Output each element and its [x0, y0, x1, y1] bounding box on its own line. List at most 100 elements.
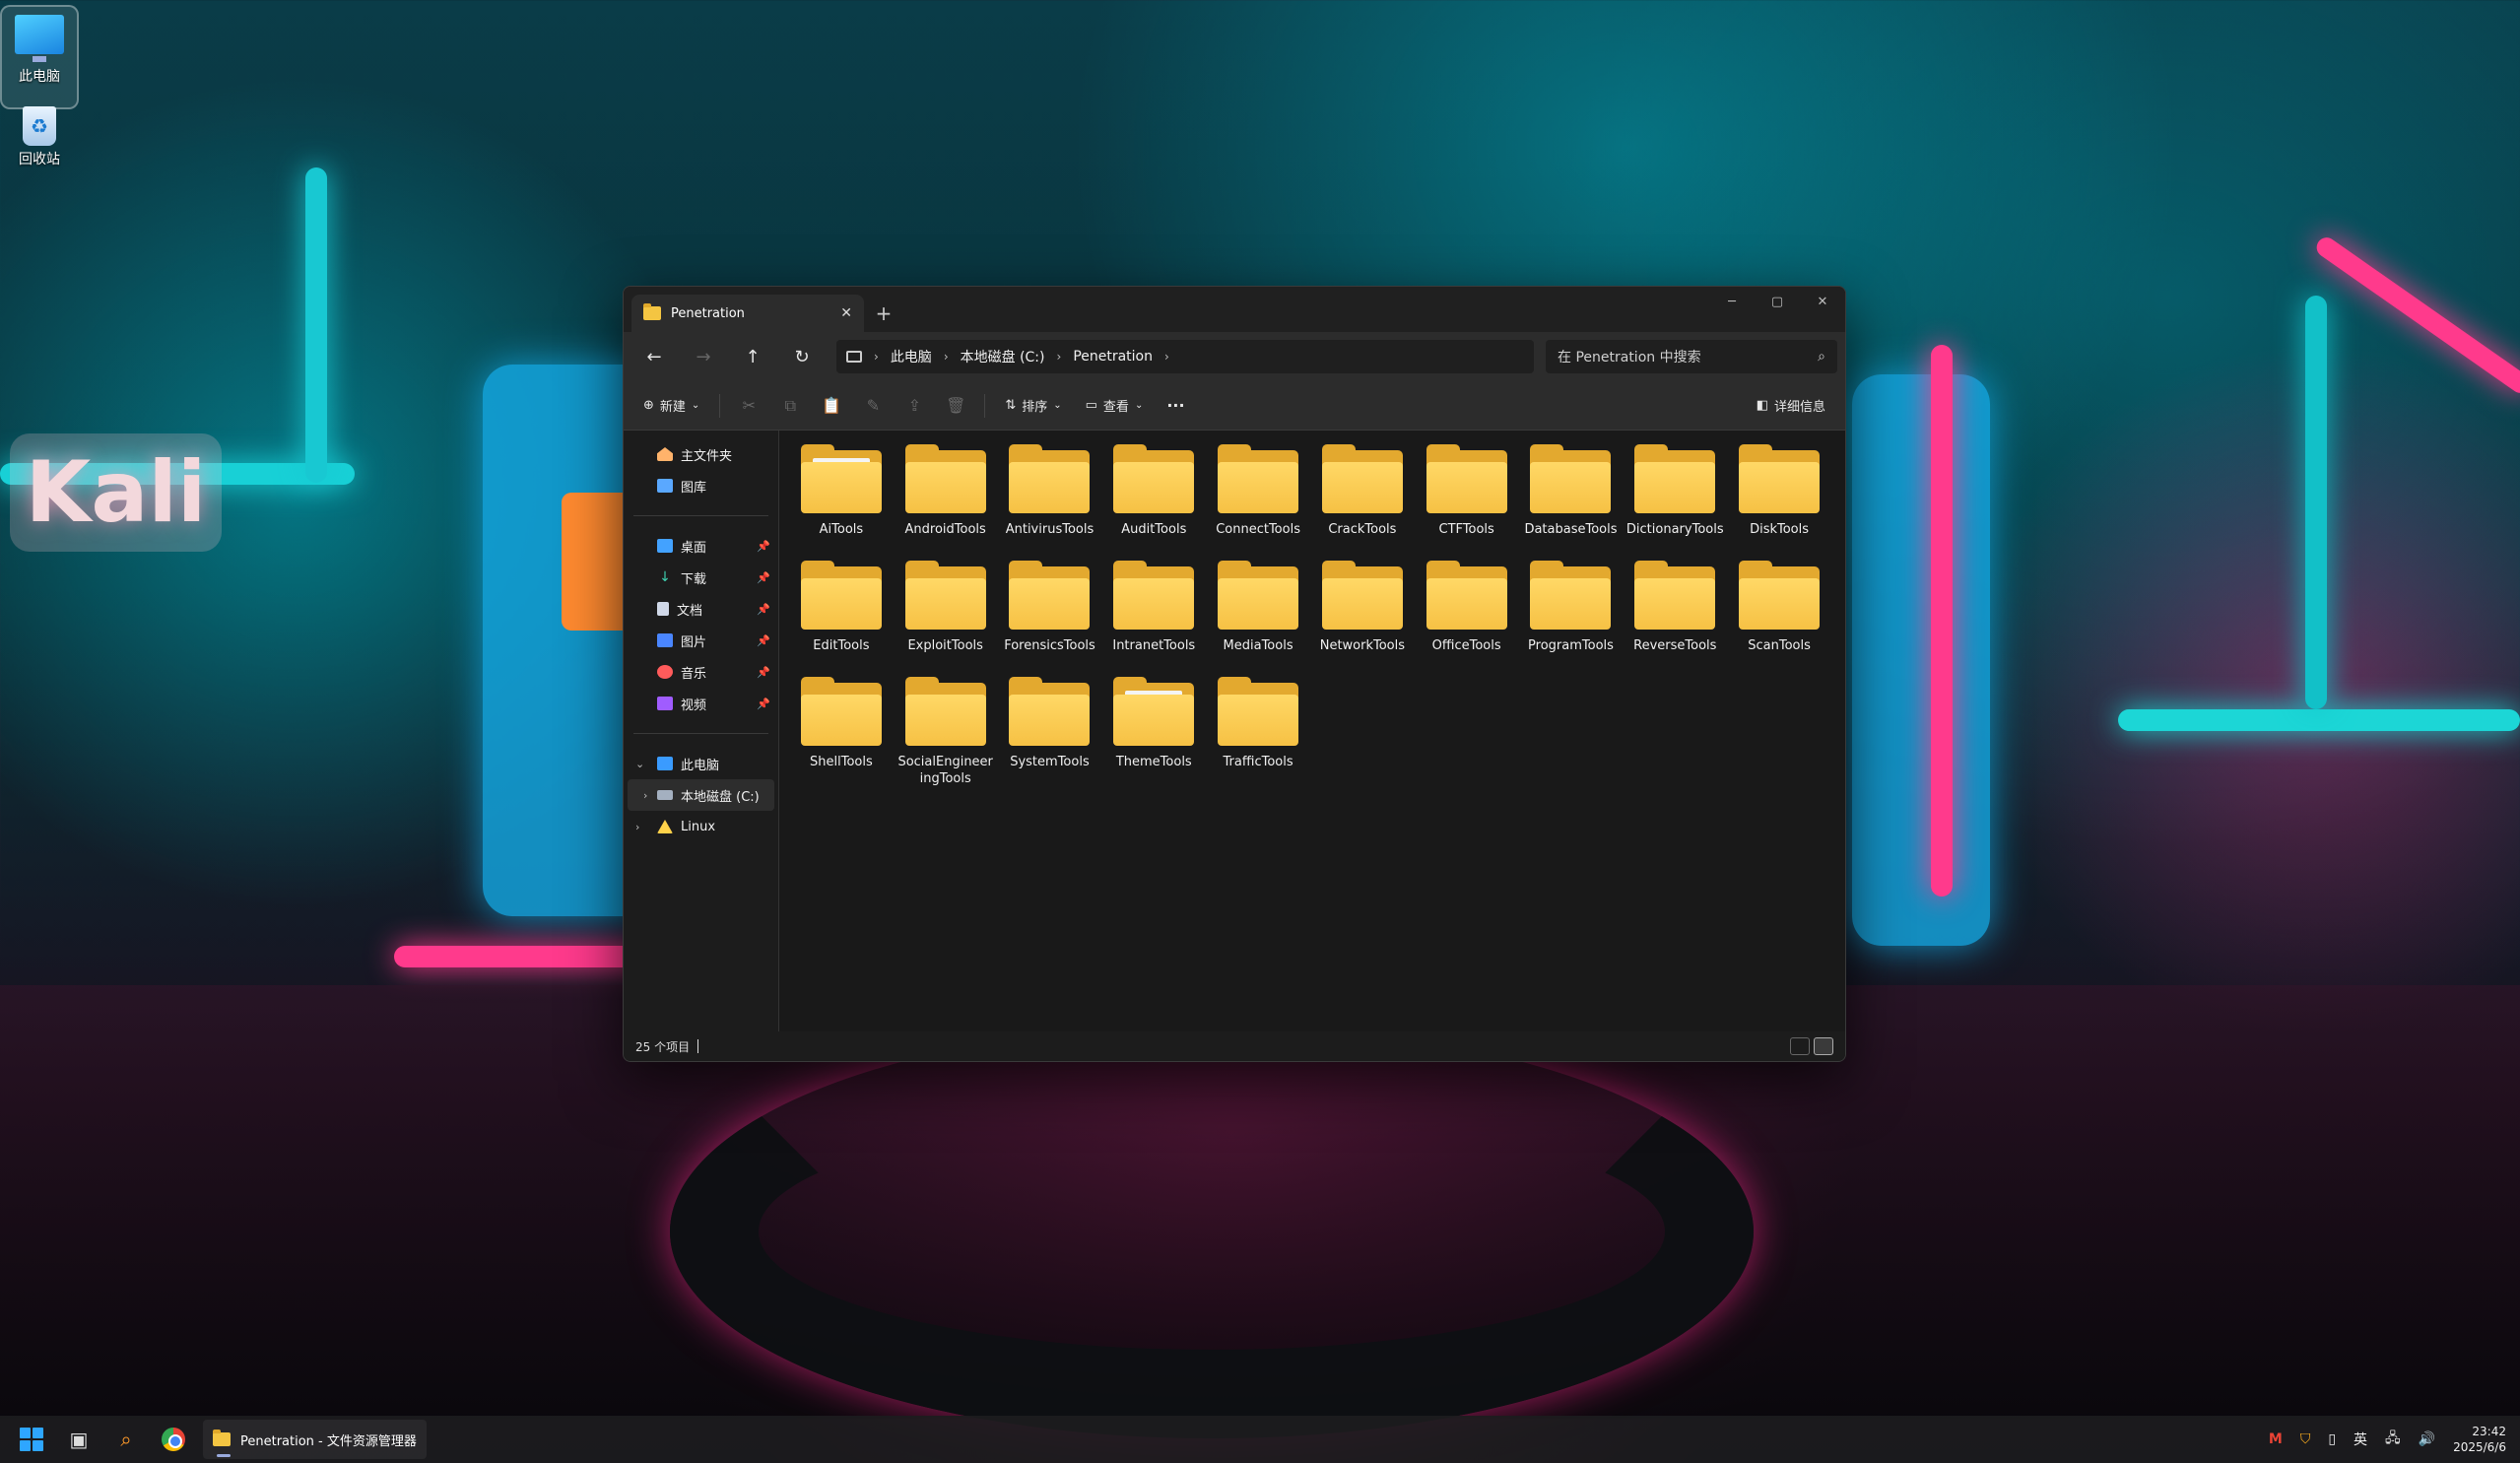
copy-icon[interactable]: ⧉ [773, 389, 807, 423]
task-view-icon[interactable]: ▣ [61, 1422, 97, 1457]
file-view[interactable]: AiTools AndroidTools AntivirusTools AuditTo… [779, 431, 1845, 1047]
folder-item[interactable]: ForensicsTools [998, 559, 1102, 675]
breadcrumb-segment[interactable]: 此电脑 [891, 347, 932, 366]
folder-item[interactable]: OfficeTools [1415, 559, 1519, 675]
more-options-button[interactable]: ··· [1159, 389, 1192, 423]
sidebar-item-videos[interactable]: 视频 📌 [624, 688, 778, 719]
folder-item[interactable]: AuditTools [1101, 442, 1206, 559]
breadcrumb-segment[interactable]: 本地磁盘 (C:) [961, 347, 1045, 366]
folder-item[interactable]: ReverseTools [1623, 559, 1727, 675]
large-icons-view-button[interactable] [1814, 1037, 1833, 1055]
sidebar-item-gallery[interactable]: 图库 [624, 470, 778, 501]
chevron-right-icon[interactable]: › [635, 821, 639, 833]
sidebar-item-downloads[interactable]: ↓ 下载 📌 [624, 562, 778, 593]
folder-name: MediaTools [1223, 638, 1293, 653]
chevron-down-icon: ⌄ [1134, 400, 1144, 411]
chevron-down-icon[interactable]: ⌄ [635, 758, 644, 770]
network-icon[interactable]: 🖧 [2385, 1428, 2401, 1451]
document-icon [657, 602, 669, 616]
taskbar-file-explorer[interactable]: Penetration - 文件资源管理器 [203, 1420, 427, 1459]
usb-icon[interactable]: ▯ [2328, 1431, 2336, 1447]
shield-icon[interactable]: ⛉ [2300, 1431, 2311, 1447]
folder-item[interactable]: ThemeTools [1101, 675, 1206, 791]
folder-item[interactable]: TrafficTools [1206, 675, 1310, 791]
details-view-button[interactable] [1790, 1037, 1810, 1055]
tab-penetration[interactable]: Penetration ✕ [631, 295, 864, 332]
back-button[interactable]: ← [631, 339, 677, 374]
clock[interactable]: 23:42 2025/6/6 [2453, 1424, 2506, 1455]
folder-icon [1739, 444, 1821, 513]
ime-indicator[interactable]: 英 [2354, 1430, 2367, 1449]
folder-item[interactable]: ShellTools [789, 675, 894, 791]
sidebar-item-home[interactable]: 主文件夹 [624, 438, 778, 470]
folder-item[interactable]: NetworkTools [1310, 559, 1415, 675]
chevron-right-icon[interactable]: › [643, 789, 647, 802]
folder-item[interactable]: DatabaseTools [1519, 442, 1624, 559]
plus-circle-icon: ⊕ [643, 398, 654, 413]
sidebar-item-documents[interactable]: 文档 📌 [624, 593, 778, 625]
background-neon-panel [1852, 374, 1990, 946]
folder-item[interactable]: DiskTools [1727, 442, 1831, 559]
view-button[interactable]: ▭ 查看 ⌄ [1078, 389, 1152, 423]
volume-icon[interactable]: 🔊 [2419, 1431, 2435, 1447]
folder-item[interactable]: MediaTools [1206, 559, 1310, 675]
close-window-button[interactable]: ✕ [1800, 287, 1845, 316]
search-icon[interactable]: ⌕ [108, 1422, 144, 1457]
sidebar-item-this-pc[interactable]: ⌄ 此电脑 [624, 748, 778, 779]
folder-item[interactable]: SocialEngineeringTools [894, 675, 998, 791]
view-button-label: 查看 [1102, 400, 1129, 415]
desktop-icon-this-pc[interactable]: 此电脑 [0, 5, 79, 109]
details-pane-button[interactable]: ◧ 详细信息 [1749, 389, 1833, 423]
close-tab-icon[interactable]: ✕ [840, 305, 852, 321]
minimize-button[interactable]: ─ [1709, 287, 1755, 316]
maximize-button[interactable]: ▢ [1755, 287, 1800, 316]
folder-item[interactable]: ProgramTools [1519, 559, 1624, 675]
folder-item[interactable]: ExploitTools [894, 559, 998, 675]
folder-item[interactable]: ConnectTools [1206, 442, 1310, 559]
folder-item[interactable]: CrackTools [1310, 442, 1415, 559]
folder-name: ScanTools [1748, 638, 1811, 653]
breadcrumb-segment[interactable]: Penetration [1073, 349, 1153, 365]
folder-item[interactable]: IntranetTools [1101, 559, 1206, 675]
folder-icon [1634, 561, 1716, 630]
delete-icon[interactable]: 🗑 [939, 389, 972, 423]
refresh-button[interactable]: ↻ [779, 339, 825, 374]
download-icon: ↓ [659, 569, 671, 585]
forward-button[interactable]: → [681, 339, 726, 374]
start-button[interactable] [14, 1422, 49, 1457]
folder-icon [904, 444, 986, 513]
address-bar[interactable]: › 此电脑 › 本地磁盘 (C:) › Penetration › [836, 340, 1534, 373]
chrome-icon[interactable] [156, 1422, 191, 1457]
folder-item[interactable]: SystemTools [998, 675, 1102, 791]
sidebar-item-desktop[interactable]: 桌面 📌 [624, 530, 778, 562]
rename-icon[interactable]: ✎ [856, 389, 890, 423]
paste-icon[interactable]: 📋 [815, 389, 848, 423]
folder-item[interactable]: ScanTools [1727, 559, 1831, 675]
navigation-pane[interactable]: 主文件夹 图库 桌面 📌 ↓ 下载 📌 文档 📌 图片 📌 音乐 📌 视频 📌 … [624, 431, 779, 1047]
file-explorer-window: Penetration ✕ + ─ ▢ ✕ ← → ↑ ↻ › 此电脑 › 本地… [623, 286, 1846, 1062]
folder-item[interactable]: AiTools [789, 442, 894, 559]
search-input[interactable]: 在 Penetration 中搜索 ⌕ [1546, 340, 1837, 373]
folder-item[interactable]: EditTools [789, 559, 894, 675]
sidebar-item-pictures[interactable]: 图片 📌 [624, 625, 778, 656]
sidebar-item-local-disk-c[interactable]: › 本地磁盘 (C:) [628, 779, 774, 811]
new-tab-button[interactable]: + [864, 295, 903, 332]
share-icon[interactable]: ⇪ [897, 389, 931, 423]
folder-item[interactable]: AntivirusTools [998, 442, 1102, 559]
up-button[interactable]: ↑ [730, 339, 775, 374]
folder-name: AuditTools [1121, 522, 1187, 537]
folder-item[interactable]: AndroidTools [894, 442, 998, 559]
sort-button[interactable]: ⇅ 排序 ⌄ [997, 389, 1069, 423]
folder-item[interactable]: CTFTools [1415, 442, 1519, 559]
sidebar-item-music[interactable]: 音乐 📌 [624, 656, 778, 688]
folder-icon [1530, 444, 1612, 513]
desktop-icon-recycle-bin[interactable]: ♻ 回收站 [0, 106, 79, 168]
chevron-right-icon[interactable]: › [1164, 350, 1169, 364]
computer-icon [657, 757, 673, 770]
sidebar-item-linux[interactable]: › Linux [624, 811, 778, 842]
folder-item[interactable]: DictionaryTools [1623, 442, 1727, 559]
cut-icon[interactable]: ✂ [732, 389, 765, 423]
new-button[interactable]: ⊕ 新建 ⌄ [635, 389, 707, 423]
gmail-icon[interactable]: M [2269, 1431, 2283, 1447]
address-row: ← → ↑ ↻ › 此电脑 › 本地磁盘 (C:) › Penetration … [624, 332, 1845, 381]
